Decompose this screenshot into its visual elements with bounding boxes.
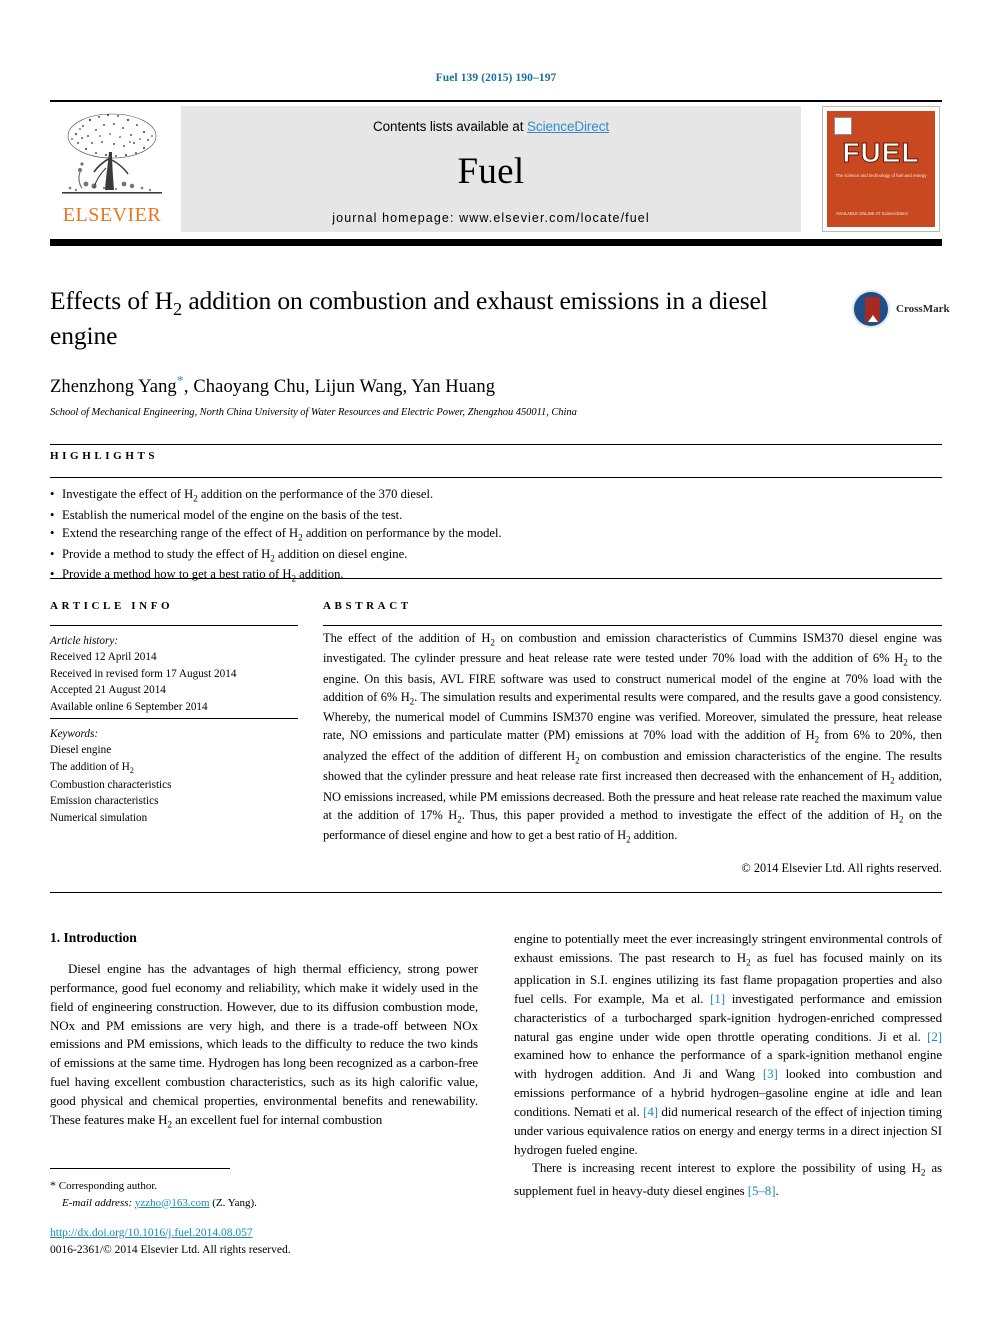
highlights-bottom-rule: [50, 578, 942, 580]
highlight-text: Investigate the effect of H2 addition on…: [62, 487, 434, 504]
crossmark-label: CrossMark: [896, 303, 950, 315]
journal-masthead: ELSEVIER Contents lists available at Sci…: [50, 100, 942, 246]
article-info-section: ARTICLE INFO: [50, 600, 298, 612]
highlights-list: • Investigate the effect of H2 addition o…: [50, 485, 942, 586]
article-history-heading: Article history:: [50, 635, 119, 647]
introduction-right-column: engine to potentially meet the ever incr…: [514, 930, 942, 1200]
reference-link-5-8[interactable]: [5–8]: [748, 1183, 776, 1198]
keyword-item: Emission characteristics: [50, 795, 159, 808]
email-link[interactable]: yzzho@163.com: [135, 1197, 210, 1209]
elsevier-tree-icon: [62, 113, 162, 194]
list-item: • Investigate the effect of H2 addition o…: [50, 487, 434, 504]
keyword-item: Numerical simulation: [50, 811, 148, 824]
email-note: E-mail address: yzzho@163.com (Z. Yang).: [50, 1195, 478, 1212]
copyright-line: © 2014 Elsevier Ltd. All rights reserved…: [741, 860, 942, 875]
abstract-label: ABSTRACT: [323, 600, 412, 612]
footnote-rule: [50, 1168, 230, 1169]
highlights-divider-rule: [50, 477, 942, 478]
highlights-top-rule: [50, 444, 942, 446]
crossmark-icon: [852, 290, 890, 328]
corresponding-author-marker[interactable]: *: [177, 374, 184, 389]
cover-wordmark: FUEL: [842, 137, 920, 169]
title-block: Effects of H2 addition on combustion and…: [50, 285, 950, 418]
email-suffix: (Z. Yang).: [212, 1196, 257, 1209]
contents-prefix: Contents lists available at: [372, 119, 528, 134]
journal-cover-thumbnail: FUEL The science and technology of fuel …: [822, 106, 940, 232]
body-top-rule: [50, 892, 942, 894]
crossmark-triangle-shape: [867, 315, 878, 322]
intro-paragraph-right-2: There is increasing recent interest to e…: [514, 1160, 942, 1198]
corresponding-author-note: * Corresponding author.: [50, 1176, 478, 1195]
introduction-left-column: 1. Introduction Diesel engine has the ad…: [50, 930, 478, 1133]
doi-block: http://dx.doi.org/10.1016/j.fuel.2014.08…: [50, 1225, 510, 1260]
elsevier-logo: ELSEVIER: [50, 106, 174, 234]
list-item: • Provide a method to study the effect of…: [50, 546, 408, 564]
keywords-heading: Keywords:: [50, 728, 99, 740]
keywords-block: Keywords: Diesel engine The addition of …: [50, 726, 298, 826]
history-item: Available online 6 September 2014: [50, 700, 208, 713]
issn-copyright-line: 0016-2361/© 2014 Elsevier Ltd. All right…: [50, 1244, 291, 1257]
sciencedirect-link[interactable]: ScienceDirect: [527, 119, 609, 134]
highlight-text: Provide a method to study the effect of …: [62, 546, 408, 564]
journal-homepage[interactable]: journal homepage: www.elsevier.com/locat…: [181, 211, 801, 225]
author-corresponding: Zhenzhong Yang: [50, 376, 177, 397]
corresponding-author-text: Corresponding author.: [58, 1180, 158, 1192]
affiliation: School of Mechanical Engineering, North …: [50, 406, 577, 418]
reference-link-2[interactable]: [2]: [927, 1029, 942, 1044]
masthead-bottom-rule: [50, 239, 942, 246]
page-title: Effects of H2 addition on combustion and…: [50, 286, 768, 351]
list-item: • Establish the numerical model of the en…: [50, 507, 403, 522]
article-first-page: Fuel 139 (2015) 190–197 ELSEVIER Content…: [0, 0, 992, 1323]
article-info-label: ARTICLE INFO: [50, 600, 174, 612]
footnotes-block: * Corresponding author. E-mail address: …: [50, 1176, 478, 1211]
abstract-rule: [323, 625, 942, 626]
highlights-label: HIGHLIGHTS: [50, 450, 159, 462]
cover-subtitle: The science and technology of fuel and e…: [835, 173, 927, 178]
crossmark-badge[interactable]: CrossMark: [852, 290, 950, 330]
keyword-item: Diesel engine: [50, 744, 112, 757]
masthead-top-rule: [50, 100, 942, 102]
cover-footer-text: AVAILABLE ONLINE AT ScienceDirect: [836, 210, 908, 216]
section-title-introduction: 1. Introduction: [50, 930, 137, 945]
highlight-text: Establish the numerical model of the eng…: [62, 507, 403, 522]
list-item: • Extend the researching range of the eff…: [50, 525, 502, 543]
highlights-section: HIGHLIGHTS: [50, 450, 942, 462]
masthead-center-band: Contents lists available at ScienceDirec…: [181, 106, 801, 232]
reference-link-1[interactable]: [1]: [710, 991, 725, 1006]
list-item: • Provide a method how to get a best rati…: [50, 567, 344, 584]
author-list-rest: , Chaoyang Chu, Lijun Wang, Yan Huang: [183, 376, 496, 397]
keyword-item: The addition of H2: [50, 760, 134, 776]
journal-title: Fuel: [457, 151, 525, 192]
abstract-section: ABSTRACT: [323, 600, 942, 612]
intro-paragraph-right-1: engine to potentially meet the ever incr…: [514, 931, 942, 1157]
keyword-item: Combustion characteristics: [50, 778, 172, 791]
contents-available-line: Contents lists available at ScienceDirec…: [181, 106, 801, 134]
doi-link[interactable]: http://dx.doi.org/10.1016/j.fuel.2014.08…: [50, 1227, 253, 1239]
abstract-text-block: The effect of the addition of H2 on comb…: [323, 629, 942, 876]
keywords-rule: [50, 718, 298, 719]
running-head: Fuel 139 (2015) 190–197: [435, 72, 557, 84]
reference-link-3[interactable]: [3]: [763, 1066, 778, 1081]
article-info-rule: [50, 625, 298, 626]
intro-paragraph-left: Diesel engine has the advantages of high…: [50, 961, 478, 1131]
abstract-text: The effect of the addition of H2 on comb…: [323, 631, 943, 845]
cover-art: FUEL The science and technology of fuel …: [827, 111, 935, 227]
email-label: E-mail address:: [62, 1196, 133, 1209]
highlight-text: Extend the researching range of the effe…: [62, 525, 502, 543]
asterisk-icon: *: [50, 1178, 56, 1192]
reference-link-4[interactable]: [4]: [643, 1104, 658, 1119]
cover-elsevier-icon: [834, 117, 852, 135]
author-list: Zhenzhong Yang*, Chaoyang Chu, Lijun Wan…: [50, 374, 942, 398]
article-history-block: Article history: Received 12 April 2014 …: [50, 633, 298, 715]
history-item: Received 12 April 2014: [50, 651, 157, 664]
history-item: Received in revised form 17 August 2014: [50, 667, 237, 680]
history-item: Accepted 21 August 2014: [50, 684, 166, 697]
elsevier-wordmark: ELSEVIER: [62, 204, 162, 226]
